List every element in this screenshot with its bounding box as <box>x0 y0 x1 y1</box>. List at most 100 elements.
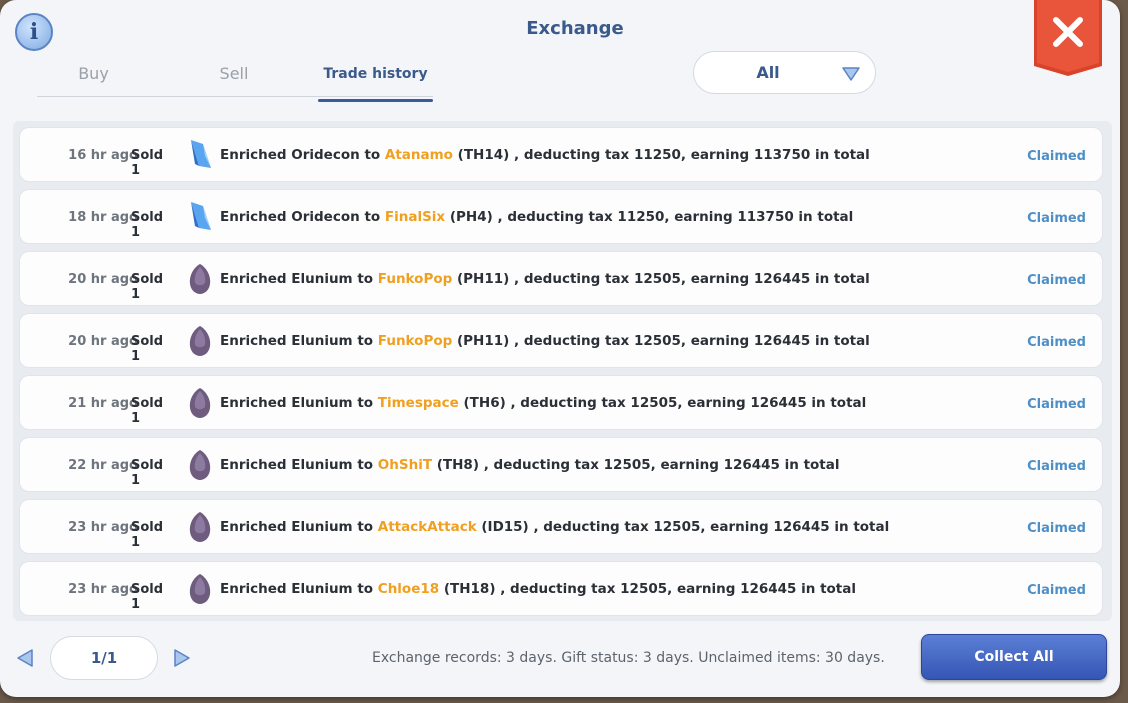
buyer-server: (PH11) <box>456 333 510 349</box>
item-name: Enriched Elunium <box>220 457 353 473</box>
exchange-panel: i Exchange Buy Sell Trade history All 16… <box>0 0 1120 697</box>
next-page-button[interactable] <box>173 648 191 668</box>
buyer-server: (PH11) <box>456 271 510 287</box>
status-claimed: Claimed <box>1027 583 1086 598</box>
trade-record-row: 20 hr ago Sold 1 Enriched Elunium to Fun… <box>19 313 1103 368</box>
record-qty: Sold 1 <box>131 272 164 302</box>
close-icon <box>1034 0 1102 76</box>
filter-dropdown[interactable]: All <box>693 51 876 94</box>
buyer-name: AttackAttack <box>377 519 477 535</box>
window-title: Exchange <box>526 18 624 39</box>
record-description: Enriched Elunium to Timespace (TH6) , de… <box>220 395 866 411</box>
tab-trade-history-label: Trade history <box>323 66 428 82</box>
buyer-server: (TH8) <box>436 457 479 473</box>
status-claimed: Claimed <box>1027 397 1086 412</box>
oridecon-crystal-icon[interactable] <box>185 200 215 234</box>
elunium-stone-icon[interactable] <box>185 572 215 606</box>
status-claimed: Claimed <box>1027 335 1086 350</box>
record-detail: , deducting tax 12505, earning 126445 in… <box>514 271 870 287</box>
record-description: Enriched Oridecon to FinalSix (PH4) , de… <box>220 209 853 225</box>
item-name: Enriched Elunium <box>220 271 353 287</box>
record-qty: Sold 1 <box>131 148 164 178</box>
record-description: Enriched Elunium to FunkoPop (PH11) , de… <box>220 271 870 287</box>
elunium-stone-icon[interactable] <box>185 510 215 544</box>
record-detail: , deducting tax 11250, earning 113750 in… <box>497 209 854 225</box>
record-to: to <box>357 271 374 287</box>
elunium-stone-icon[interactable] <box>185 386 215 420</box>
trade-history-list[interactable]: 16 hr ago Sold 1 Enriched Oridecon to At… <box>13 121 1112 621</box>
collect-all-button[interactable]: Collect All <box>921 634 1107 680</box>
record-detail: , deducting tax 12505, earning 126445 in… <box>483 457 840 473</box>
close-button[interactable] <box>1034 0 1102 76</box>
record-qty: Sold 1 <box>131 520 164 550</box>
oridecon-crystal-icon[interactable] <box>185 138 215 172</box>
record-qty: Sold 1 <box>131 334 164 364</box>
record-description: Enriched Elunium to AttackAttack (ID15) … <box>220 519 889 535</box>
record-time: 21 hr ago <box>68 396 138 411</box>
record-description: Enriched Elunium to OhShiT (TH8) , deduc… <box>220 457 840 473</box>
page-indicator: 1/1 <box>50 636 158 680</box>
buyer-server: (TH14) <box>457 147 510 163</box>
record-detail: , deducting tax 11250, earning 113750 in… <box>514 147 870 163</box>
record-to: to <box>357 519 374 535</box>
record-description: Enriched Oridecon to Atanamo (TH14) , de… <box>220 147 870 163</box>
item-name: Enriched Oridecon <box>220 209 360 225</box>
status-claimed: Claimed <box>1027 149 1086 164</box>
tab-bar: Buy Sell Trade history <box>37 60 433 102</box>
record-qty: Sold 1 <box>131 582 164 612</box>
record-time: 20 hr ago <box>68 334 138 349</box>
item-name: Enriched Elunium <box>220 519 353 535</box>
record-qty: Sold 1 <box>131 458 164 488</box>
record-qty: Sold 1 <box>131 396 164 426</box>
record-detail: , deducting tax 12505, earning 126445 in… <box>533 519 890 535</box>
elunium-stone-icon[interactable] <box>185 448 215 482</box>
trade-record-row: 23 hr ago Sold 1 Enriched Elunium to Chl… <box>19 561 1103 616</box>
record-to: to <box>364 147 381 163</box>
buyer-name: Timespace <box>377 395 459 411</box>
filter-value: All <box>756 63 780 82</box>
trade-record-row: 23 hr ago Sold 1 Enriched Elunium to Att… <box>19 499 1103 554</box>
buyer-name: Atanamo <box>384 147 453 163</box>
record-detail: , deducting tax 12505, earning 126445 in… <box>510 395 867 411</box>
buyer-name: FunkoPop <box>377 333 453 349</box>
buyer-server: (ID15) <box>481 519 529 535</box>
buyer-name: FunkoPop <box>377 271 453 287</box>
buyer-server: (TH6) <box>463 395 506 411</box>
tab-sell[interactable]: Sell <box>175 64 293 96</box>
buyer-server: (TH18) <box>443 581 496 597</box>
trade-record-row: 16 hr ago Sold 1 Enriched Oridecon to At… <box>19 127 1103 182</box>
record-time: 18 hr ago <box>68 210 138 225</box>
record-time: 16 hr ago <box>68 148 138 163</box>
record-to: to <box>364 209 381 225</box>
record-to: to <box>357 395 374 411</box>
active-tab-indicator <box>318 99 433 102</box>
retention-note: Exchange records: 3 days. Gift status: 3… <box>372 650 885 666</box>
record-time: 23 hr ago <box>68 582 138 597</box>
record-to: to <box>357 457 374 473</box>
status-claimed: Claimed <box>1027 211 1086 226</box>
tab-trade-history[interactable]: Trade history <box>318 66 433 102</box>
trade-record-row: 22 hr ago Sold 1 Enriched Elunium to OhS… <box>19 437 1103 492</box>
record-description: Enriched Elunium to Chloe18 (TH18) , ded… <box>220 581 856 597</box>
tab-buy[interactable]: Buy <box>37 64 150 96</box>
trade-record-row: 18 hr ago Sold 1 Enriched Oridecon to Fi… <box>19 189 1103 244</box>
footer-bar: 1/1 Exchange records: 3 days. Gift statu… <box>0 630 1120 690</box>
status-claimed: Claimed <box>1027 459 1086 474</box>
buyer-name: OhShiT <box>377 457 433 473</box>
elunium-stone-icon[interactable] <box>185 324 215 358</box>
buyer-name: Chloe18 <box>377 581 440 597</box>
record-time: 20 hr ago <box>68 272 138 287</box>
record-to: to <box>357 333 374 349</box>
elunium-stone-icon[interactable] <box>185 262 215 296</box>
item-name: Enriched Elunium <box>220 395 353 411</box>
status-claimed: Claimed <box>1027 273 1086 288</box>
chevron-down-icon <box>842 67 860 81</box>
buyer-server: (PH4) <box>449 209 493 225</box>
record-time: 23 hr ago <box>68 520 138 535</box>
record-to: to <box>357 581 374 597</box>
record-description: Enriched Elunium to FunkoPop (PH11) , de… <box>220 333 870 349</box>
buyer-name: FinalSix <box>384 209 446 225</box>
record-time: 22 hr ago <box>68 458 138 473</box>
previous-page-button[interactable] <box>16 648 34 668</box>
status-claimed: Claimed <box>1027 521 1086 536</box>
